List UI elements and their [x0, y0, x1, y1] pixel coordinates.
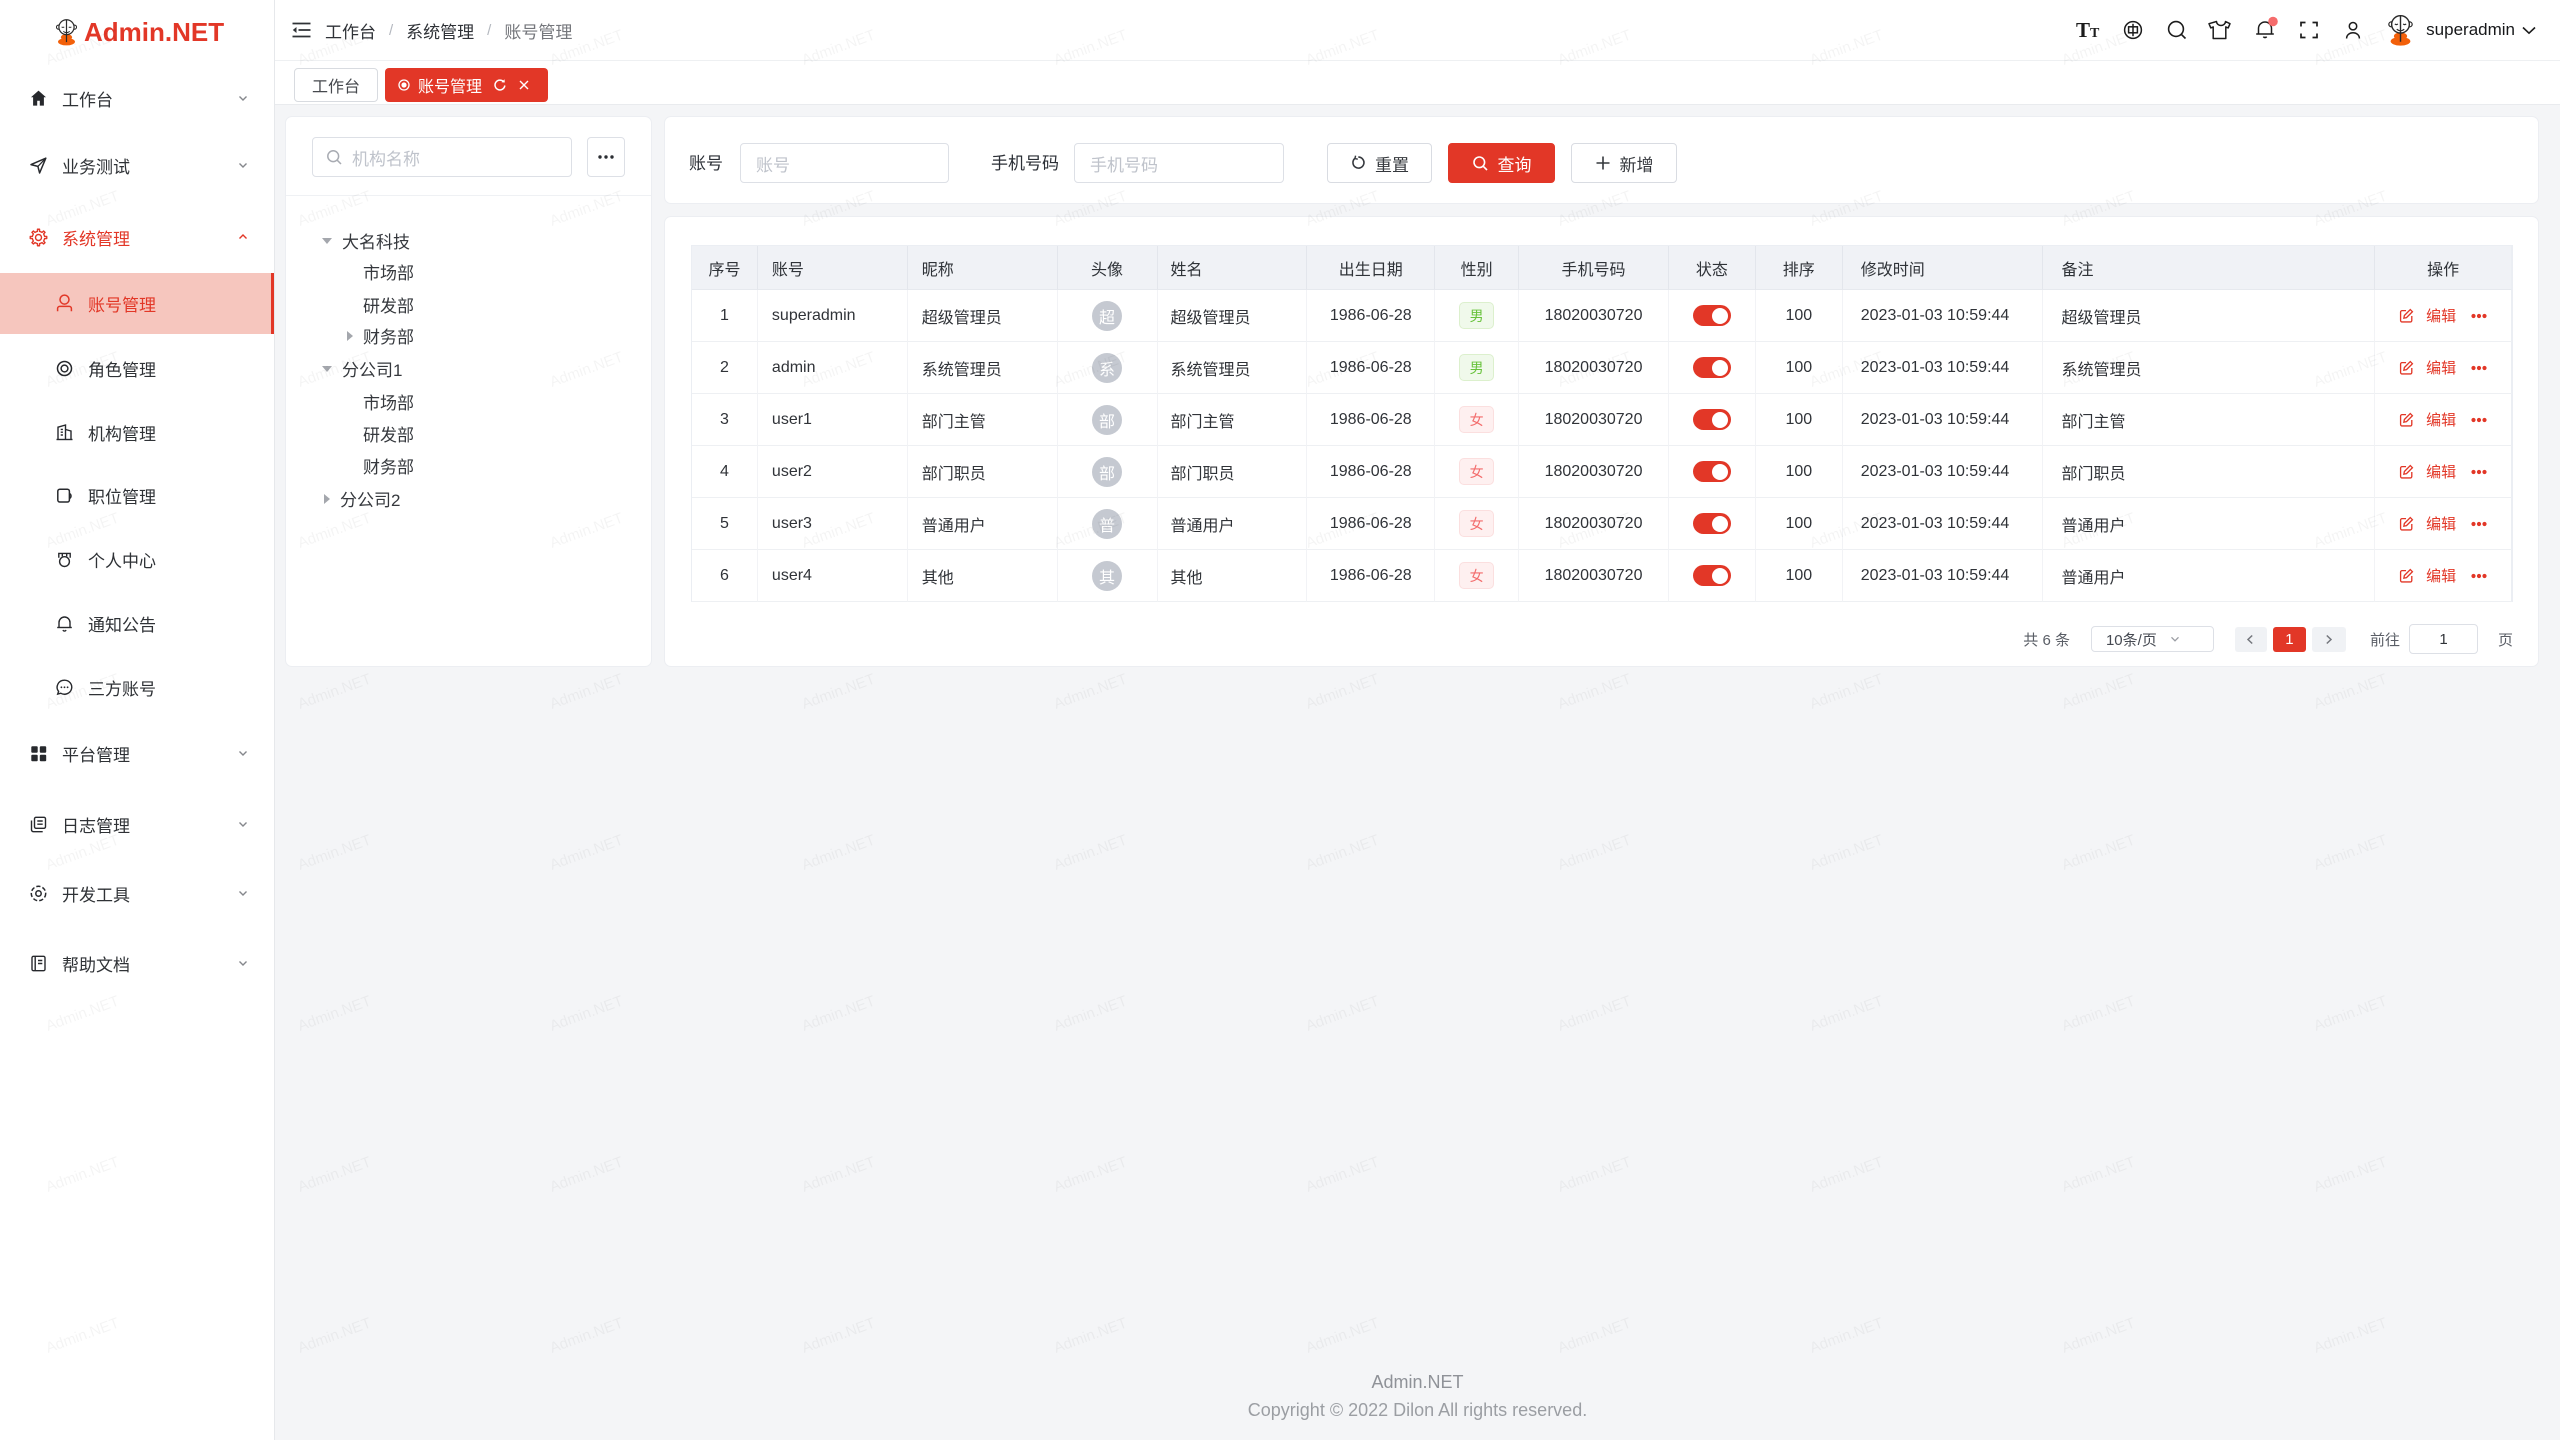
- svg-text:Admin.NET: Admin.NET: [2060, 993, 2138, 1035]
- svg-text:T: T: [2076, 18, 2090, 42]
- svg-text:Admin.NET: Admin.NET: [1808, 1315, 1886, 1357]
- svg-text:Admin.NET: Admin.NET: [2312, 1154, 2390, 1196]
- svg-text:Admin.NET: Admin.NET: [2312, 832, 2390, 874]
- svg-text:Admin.NET: Admin.NET: [1808, 1154, 1886, 1196]
- svg-text:Admin.NET: Admin.NET: [548, 1315, 626, 1357]
- svg-text:Admin.NET: Admin.NET: [1556, 1315, 1634, 1357]
- svg-text:Admin.NET: Admin.NET: [800, 993, 878, 1035]
- svg-text:Admin.NET: Admin.NET: [2312, 1315, 2390, 1357]
- svg-text:Admin.NET: Admin.NET: [800, 832, 878, 874]
- svg-text:Admin.NET: Admin.NET: [296, 1154, 374, 1196]
- svg-text:Admin.NET: Admin.NET: [800, 671, 878, 713]
- svg-text:Admin.NET: Admin.NET: [548, 993, 626, 1035]
- svg-text:Admin.NET: Admin.NET: [296, 1315, 374, 1357]
- svg-text:Admin.NET: Admin.NET: [2060, 1315, 2138, 1357]
- svg-text:Admin.NET: Admin.NET: [1556, 832, 1634, 874]
- svg-text:T: T: [2090, 26, 2100, 41]
- svg-text:Admin.NET: Admin.NET: [1304, 1154, 1382, 1196]
- svg-text:Admin.NET: Admin.NET: [800, 1315, 878, 1357]
- svg-text:Admin.NET: Admin.NET: [1052, 1154, 1130, 1196]
- svg-text:Admin.NET: Admin.NET: [1556, 993, 1634, 1035]
- svg-text:Admin.NET: Admin.NET: [296, 671, 374, 713]
- svg-text:Admin.NET: Admin.NET: [548, 1154, 626, 1196]
- svg-text:Admin.NET: Admin.NET: [1556, 671, 1634, 713]
- svg-text:Admin.NET: Admin.NET: [2060, 1154, 2138, 1196]
- svg-text:Admin.NET: Admin.NET: [2312, 671, 2390, 713]
- svg-text:Admin.NET: Admin.NET: [548, 671, 626, 713]
- svg-text:Admin.NET: Admin.NET: [548, 832, 626, 874]
- svg-text:Admin.NET: Admin.NET: [1556, 1154, 1634, 1196]
- svg-text:Admin.NET: Admin.NET: [2060, 832, 2138, 874]
- svg-text:Admin.NET: Admin.NET: [1052, 671, 1130, 713]
- svg-text:Admin.NET: Admin.NET: [1052, 832, 1130, 874]
- svg-text:Admin.NET: Admin.NET: [1808, 671, 1886, 713]
- svg-text:Admin.NET: Admin.NET: [1304, 832, 1382, 874]
- svg-text:Admin.NET: Admin.NET: [1808, 832, 1886, 874]
- svg-text:Admin.NET: Admin.NET: [1304, 1315, 1382, 1357]
- svg-text:Admin.NET: Admin.NET: [800, 1154, 878, 1196]
- svg-text:Admin.NET: Admin.NET: [2060, 671, 2138, 713]
- svg-text:Admin.NET: Admin.NET: [1304, 671, 1382, 713]
- svg-text:Admin.NET: Admin.NET: [1052, 1315, 1130, 1357]
- svg-text:Admin.NET: Admin.NET: [296, 993, 374, 1035]
- svg-text:Admin.NET: Admin.NET: [1052, 993, 1130, 1035]
- svg-text:Admin.NET: Admin.NET: [2312, 993, 2390, 1035]
- svg-text:Admin.NET: Admin.NET: [1304, 993, 1382, 1035]
- svg-text:Admin.NET: Admin.NET: [1808, 993, 1886, 1035]
- svg-text:Admin.NET: Admin.NET: [296, 832, 374, 874]
